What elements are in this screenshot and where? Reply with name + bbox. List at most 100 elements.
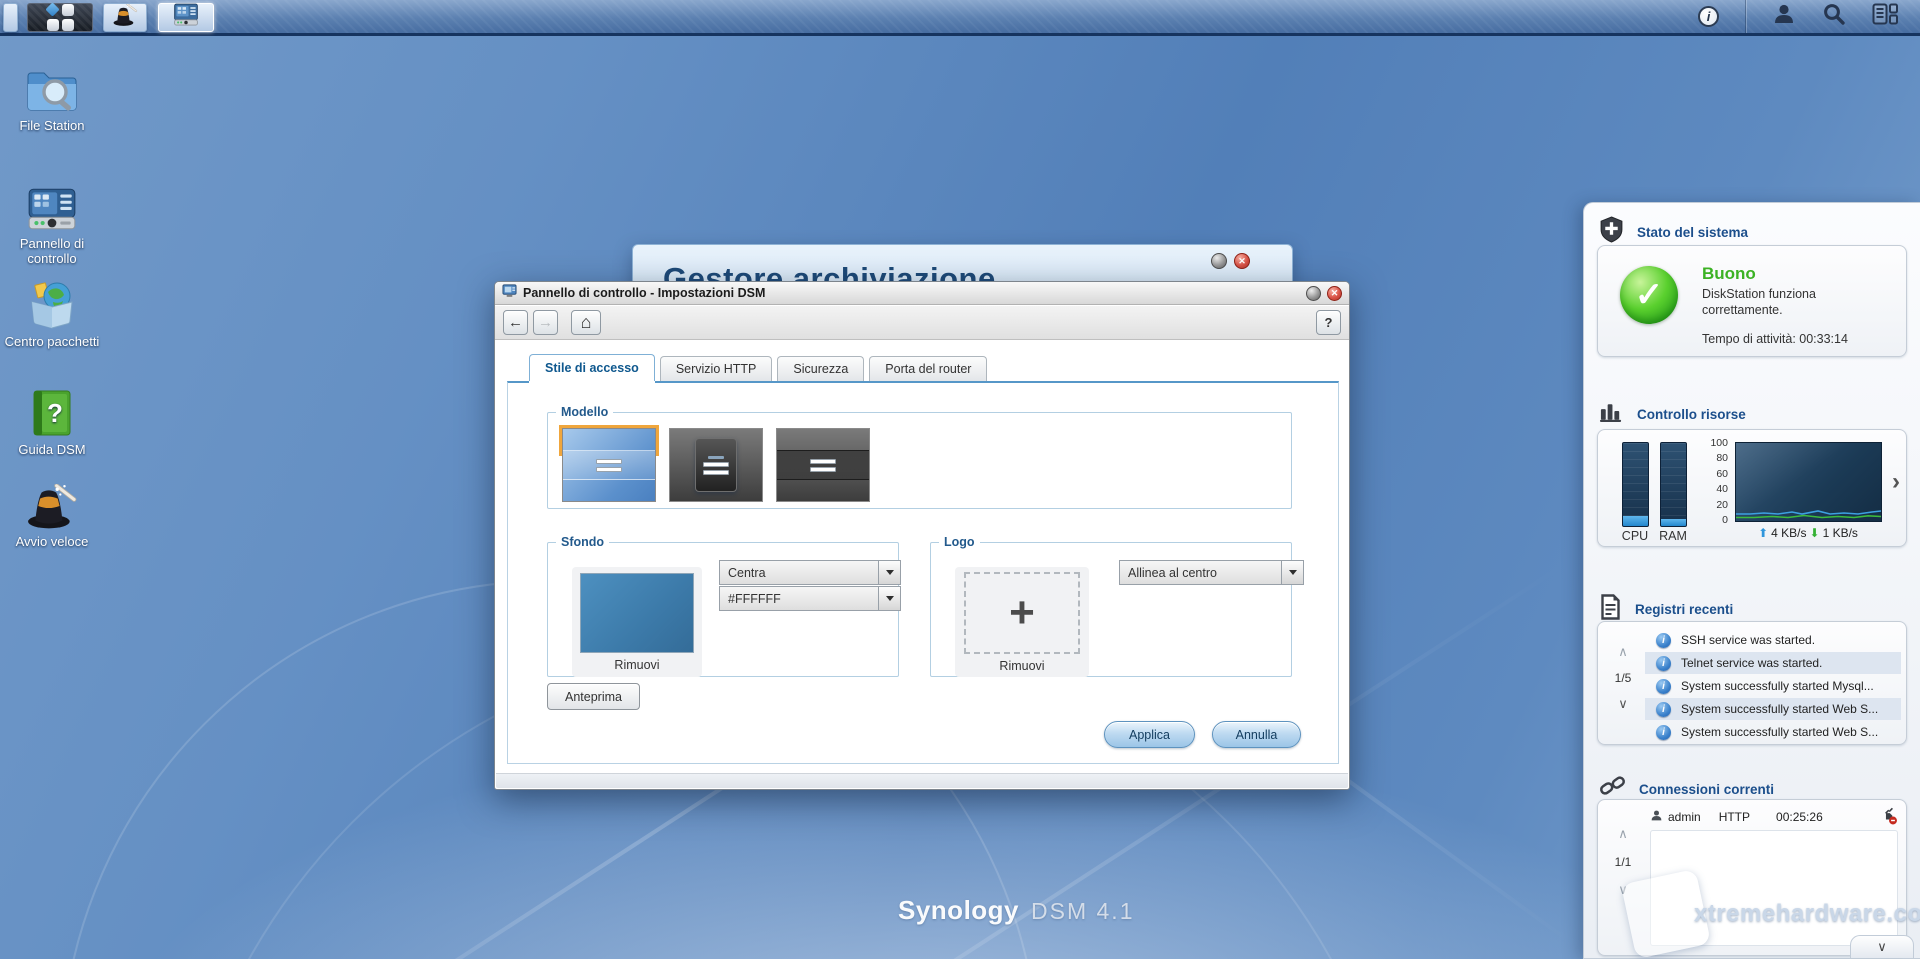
background-thumbnail[interactable] — [580, 573, 694, 653]
ram-label: RAM — [1653, 529, 1693, 543]
dialog-minimize-button[interactable] — [1306, 286, 1321, 301]
resource-monitor-card: CPU RAM 10080 6040 200 ⬆ 4 KB/s ⬇ 1 KB/s… — [1597, 429, 1907, 547]
background-thumbnail-backing: Rimuovi — [572, 567, 702, 677]
cpu-label: CPU — [1615, 529, 1655, 543]
dialog-toolbar: ← → ⌂ ? — [495, 306, 1349, 340]
desktop-icon-label: Centro pacchetti — [0, 334, 104, 349]
dsm-brand: Synology DSM 4.1 — [898, 895, 1135, 926]
pilot-view-icon[interactable] — [1872, 3, 1898, 30]
file-station-icon — [0, 58, 104, 114]
desktop-icon-label: File Station — [0, 118, 104, 133]
info-icon: i — [1656, 679, 1671, 694]
dialog-titlebar[interactable]: Pannello di controllo - Impostazioni DSM… — [495, 282, 1349, 305]
logs-page-down-chevron[interactable]: ∨ — [1618, 696, 1628, 712]
logo-align-select[interactable]: Allinea al centro — [1119, 560, 1304, 585]
cancel-button[interactable]: Annulla — [1212, 721, 1301, 748]
dialog-close-button[interactable]: ✕ — [1327, 286, 1342, 301]
show-desktop-button[interactable] — [3, 3, 18, 32]
user-icon — [1650, 809, 1663, 825]
network-graph — [1735, 442, 1882, 522]
log-row: i System successfully started Web S... — [1645, 698, 1901, 720]
desktop-icon-control-panel[interactable]: Pannello di controllo — [0, 176, 104, 266]
apply-button[interactable]: Applica — [1104, 721, 1195, 748]
tab-stile-di-accesso[interactable]: Stile di accesso — [529, 354, 655, 381]
log-row: i System successfully started Web S... — [1645, 721, 1901, 743]
template-thumbnail-4[interactable] — [776, 428, 870, 502]
download-arrow-icon: ⬇ — [1810, 526, 1820, 540]
status-ok-icon: ✓ — [1620, 266, 1678, 324]
taskbar: i — [0, 0, 1920, 36]
disconnect-icon[interactable] — [1879, 807, 1898, 828]
login-template-preview — [563, 450, 655, 480]
expand-resource-monitor-chevron[interactable]: › — [1892, 468, 1900, 496]
ram-gauge — [1660, 442, 1687, 527]
dsm-help-book-icon: ? — [0, 382, 104, 438]
quick-launch-taskbar-button[interactable] — [103, 3, 147, 32]
status-description: DiskStation funziona correttamente. — [1702, 286, 1852, 318]
background-color-select[interactable]: #FFFFFF — [719, 586, 901, 611]
logo-remove-link[interactable]: Rimuovi — [955, 659, 1089, 673]
desktop: Synology DSM 4.1 — [0, 0, 1920, 959]
tab-servizio-http[interactable]: Servizio HTTP — [660, 356, 773, 381]
preview-button[interactable]: Anteprima — [547, 683, 640, 710]
sfondo-legend: Sfondo — [556, 535, 609, 549]
logs-page-up-chevron[interactable]: ∧ — [1618, 644, 1628, 660]
background-remove-link[interactable]: Rimuovi — [572, 658, 702, 672]
close-button[interactable]: ✕ — [1234, 253, 1250, 269]
help-button[interactable]: ? — [1316, 310, 1341, 335]
template-thumbnail-2[interactable] — [562, 428, 656, 502]
connections-page-up-chevron[interactable]: ∧ — [1618, 826, 1628, 842]
chevron-down-icon — [878, 561, 900, 584]
system-status-card: ✓ Buono DiskStation funziona correttamen… — [1597, 245, 1907, 357]
resource-monitor-title: Controllo risorse — [1637, 407, 1746, 422]
tab-porta-del-router[interactable]: Porta del router — [869, 356, 987, 381]
control-panel-monitor-icon — [172, 3, 200, 32]
watermark-text: xtremehardware.com — [1694, 900, 1920, 928]
login-template-preview — [695, 438, 737, 492]
magic-hat-icon — [112, 4, 138, 32]
connection-row: admin HTTP 00:25:26 — [1650, 807, 1898, 827]
template-thumbnail-3[interactable] — [669, 428, 763, 502]
main-menu-grid-icon — [47, 4, 74, 31]
logo-upload-dropzone[interactable]: + — [964, 572, 1080, 654]
log-row: i System successfully started Mysql... — [1645, 675, 1901, 697]
user-icon[interactable] — [1772, 2, 1796, 31]
modello-legend: Modello — [556, 405, 613, 419]
desktop-icon-label: Guida DSM — [0, 442, 104, 457]
desktop-icon-label: Avvio veloce — [0, 534, 104, 549]
chevron-down-icon — [1281, 561, 1303, 584]
system-info-icon[interactable]: i — [1698, 6, 1719, 27]
desktop-icon-quick-launch[interactable]: Avvio veloce — [0, 474, 104, 549]
logs-page-indicator: 1/5 — [1615, 671, 1632, 685]
recent-logs-title: Registri recenti — [1635, 602, 1733, 617]
main-menu-button[interactable] — [27, 3, 93, 32]
desktop-icon-file-station[interactable]: File Station — [0, 58, 104, 133]
home-icon: ⌂ — [581, 312, 592, 333]
forward-button[interactable]: → — [533, 310, 558, 335]
bar-chart-icon — [1599, 401, 1624, 428]
desktop-icon-dsm-help[interactable]: ? Guida DSM — [0, 382, 104, 457]
chevron-down-icon — [878, 587, 900, 610]
quick-launch-hat-icon — [0, 474, 104, 530]
connection-protocol: HTTP — [1719, 810, 1750, 824]
logo-legend: Logo — [939, 535, 980, 549]
minimize-button[interactable] — [1211, 253, 1227, 269]
info-icon: i — [1656, 725, 1671, 740]
package-center-icon — [0, 274, 104, 330]
info-icon: i — [1656, 702, 1671, 717]
back-button[interactable]: ← — [503, 310, 528, 335]
svg-text:?: ? — [47, 398, 63, 428]
recent-logs-card: ∧ 1/5 ∨ i SSH service was started. i Tel… — [1597, 621, 1907, 745]
collapse-panel-tab[interactable]: ∨ — [1850, 935, 1914, 958]
log-row: i SSH service was started. — [1645, 629, 1901, 651]
tab-sicurezza[interactable]: Sicurezza — [777, 356, 864, 381]
brand-version: DSM 4.1 — [1031, 898, 1134, 925]
background-position-select[interactable]: Centra — [719, 560, 901, 585]
home-button[interactable]: ⌂ — [571, 310, 601, 335]
status-value: Buono — [1702, 264, 1756, 284]
upload-arrow-icon: ⬆ — [1758, 526, 1768, 540]
desktop-icon-package-center[interactable]: Centro pacchetti — [0, 274, 104, 349]
control-panel-taskbar-button[interactable] — [158, 3, 214, 32]
widgets-panel: Stato del sistema ✓ Buono DiskStation fu… — [1583, 202, 1920, 959]
search-icon[interactable] — [1822, 2, 1846, 31]
